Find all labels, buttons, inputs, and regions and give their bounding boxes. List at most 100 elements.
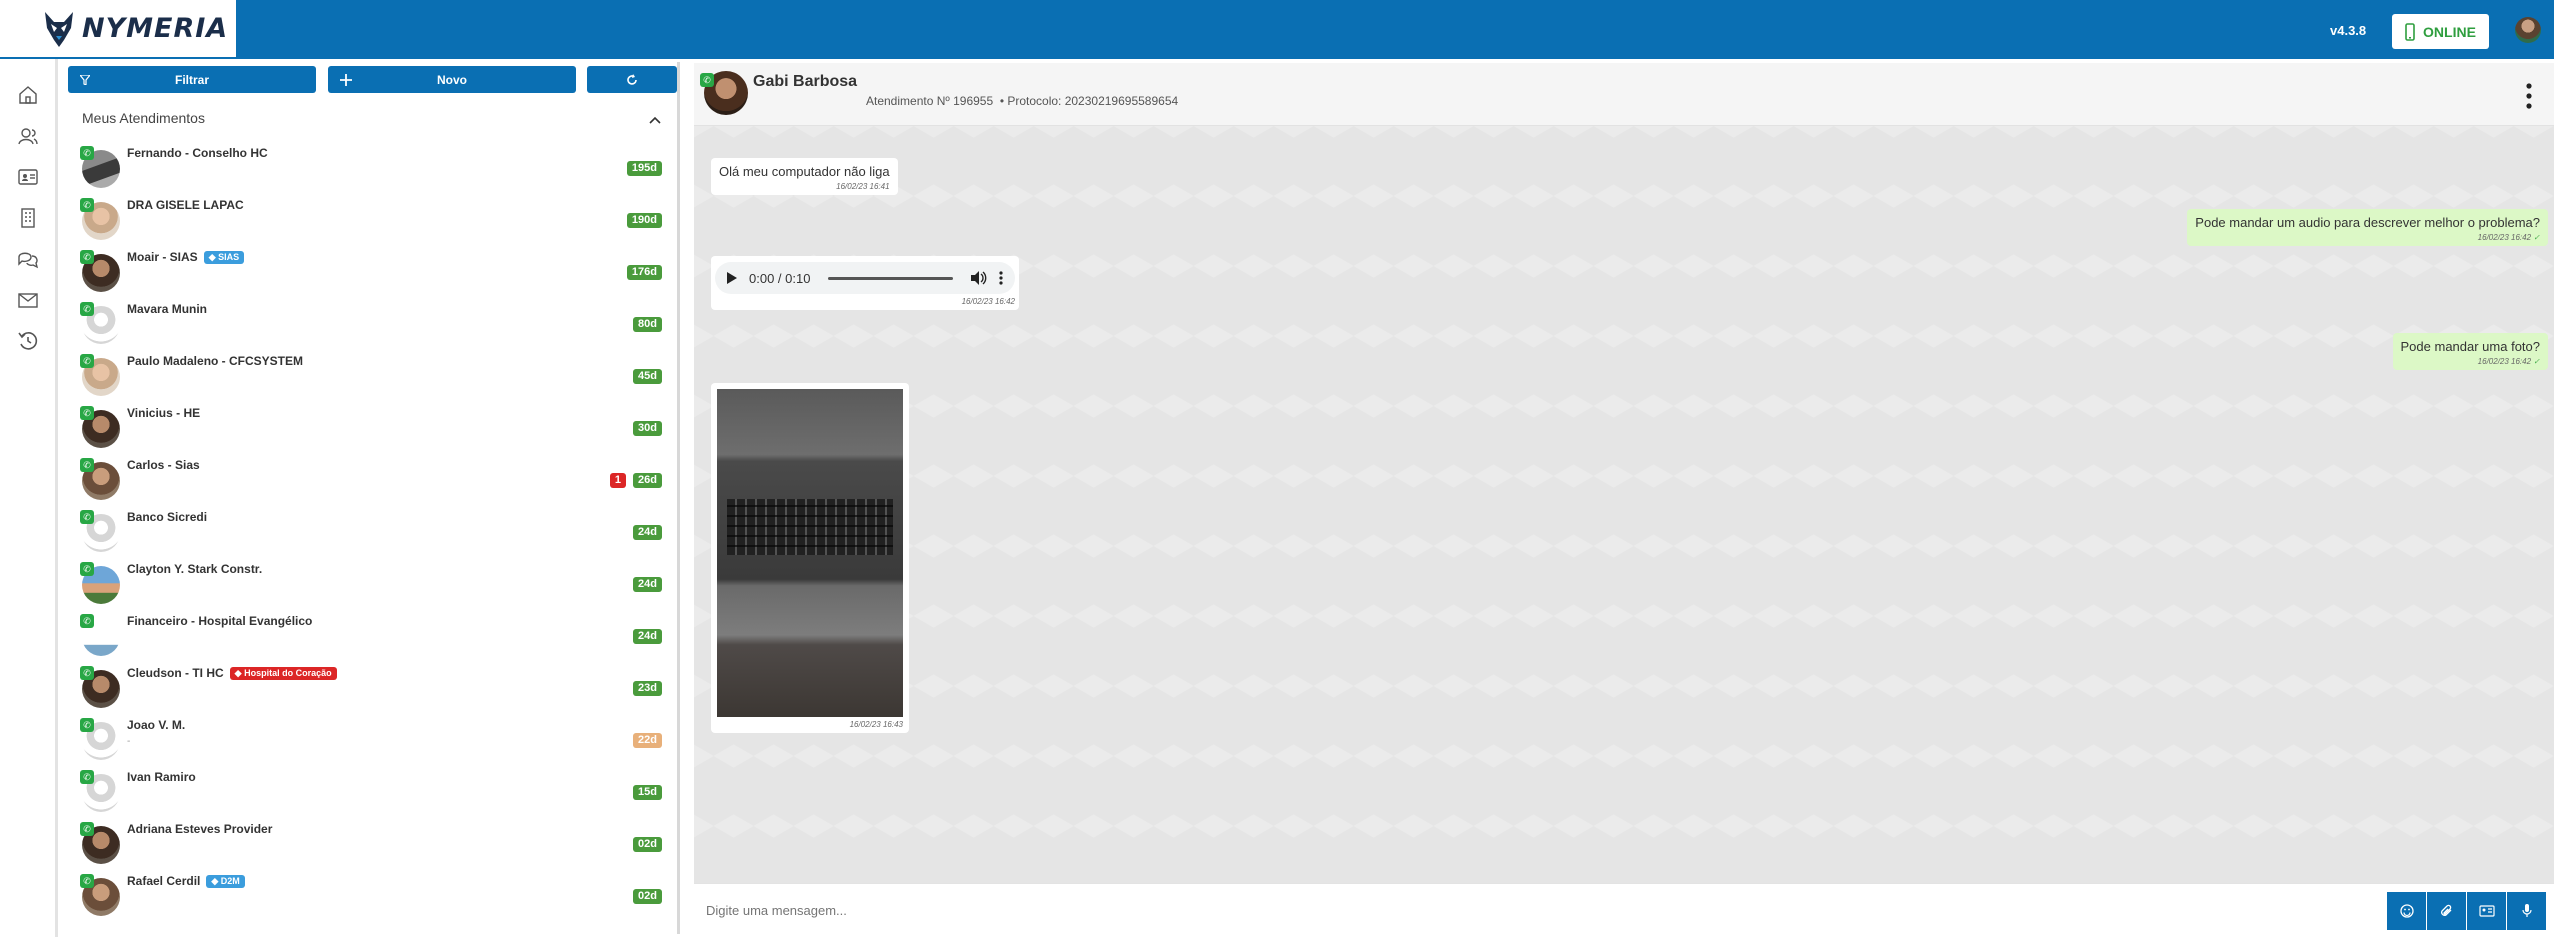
conversation-name: Cleudson - TI HC ◆ Hospital do Coração	[127, 666, 337, 680]
conversation-list: ✆ Fernando - Conselho HC 195d ✆ DRA GISELE L…	[80, 142, 676, 932]
conversation-item[interactable]: ✆ Adriana Esteves Provider 02d	[80, 818, 676, 870]
attendance-number: Atendimento Nº 196955	[866, 94, 994, 108]
logo-text: NYMERIA	[82, 13, 229, 44]
attach-button[interactable]	[2427, 892, 2466, 930]
home-icon[interactable]	[17, 84, 39, 106]
message-text: Pode mandar um audio para descrever melh…	[2195, 215, 2540, 230]
whatsapp-icon: ✆	[80, 510, 94, 524]
conversation-name: Moair - SIAS ◆ SIAS	[127, 250, 245, 264]
audio-time: 0:00 / 0:10	[749, 270, 811, 286]
message-text: Olá meu computador não liga	[719, 164, 890, 179]
audio-menu-icon[interactable]	[999, 271, 1003, 285]
section-header[interactable]: Meus Atendimentos	[82, 110, 672, 132]
conversation-item[interactable]: ✆ Ivan Ramiro 15d	[80, 766, 676, 818]
chat-meta: Atendimento Nº 196955 • Protocolo: 20230…	[866, 94, 1178, 108]
message-time: 16/02/23 16:41	[836, 182, 890, 191]
photo-attachment[interactable]	[717, 389, 903, 717]
whatsapp-icon: ✆	[80, 302, 94, 316]
conversation-item[interactable]: ✆ Joao V. M. - 22d	[80, 714, 676, 766]
conversation-name: DRA GISELE LAPAC	[127, 198, 244, 212]
id-card-icon[interactable]	[17, 166, 39, 188]
conversation-name: Financeiro - Hospital Evangélico	[127, 614, 313, 628]
age-badge: 190d	[626, 213, 662, 228]
age-badge: 15d	[633, 785, 662, 800]
contact-card-button[interactable]	[2467, 892, 2506, 930]
message-time: 16/02/23 16:42	[961, 297, 1015, 306]
building-icon[interactable]	[17, 207, 39, 229]
message-time: 16/02/23 16:42 ✓	[2477, 233, 2540, 242]
whatsapp-icon: ✆	[80, 770, 94, 784]
history-icon[interactable]	[17, 330, 39, 352]
chat-header: ✆ Gabi Barbosa Atendimento Nº 196955 • P…	[694, 63, 2554, 126]
conversation-item[interactable]: ✆ Mavara Munin 80d	[80, 298, 676, 350]
message-input[interactable]	[706, 898, 2066, 922]
age-badge: 02d	[633, 837, 662, 852]
more-options-icon[interactable]	[2526, 83, 2532, 109]
plus-icon	[340, 73, 352, 86]
conversation-item[interactable]: ✆ Fernando - Conselho HC 195d	[80, 142, 676, 194]
whatsapp-icon: ✆	[700, 73, 714, 87]
audio-player[interactable]: 0:00 / 0:10	[715, 262, 1015, 294]
check-icon: ✓	[2533, 357, 2540, 366]
contacts-icon[interactable]	[17, 125, 39, 147]
age-badge: 23d	[633, 681, 662, 696]
microphone-icon	[2521, 904, 2532, 917]
conversation-item[interactable]: ✆ DRA GISELE LAPAC 190d	[80, 194, 676, 246]
user-avatar[interactable]	[2515, 17, 2541, 43]
volume-icon[interactable]	[971, 271, 987, 285]
protocol-number: • Protocolo: 20230219695589654	[999, 94, 1179, 108]
whatsapp-icon: ✆	[80, 250, 94, 264]
conversation-item[interactable]: ✆ Rafael Cerdil ◆ D2M 02d	[80, 870, 676, 922]
record-audio-button[interactable]	[2507, 892, 2546, 930]
online-status-button[interactable]: ONLINE	[2392, 14, 2489, 49]
refresh-button[interactable]	[587, 66, 677, 93]
refresh-icon	[627, 73, 637, 85]
conversation-name: Joao V. M.	[127, 718, 186, 732]
conversation-preview: -	[127, 736, 131, 747]
whatsapp-icon: ✆	[80, 822, 94, 836]
new-button-label: Novo	[437, 72, 467, 87]
conversation-tag: ◆ SIAS	[203, 251, 245, 264]
mail-icon[interactable]	[17, 289, 39, 311]
online-status-label: ONLINE	[2423, 23, 2476, 40]
whatsapp-icon: ✆	[80, 354, 94, 368]
conversation-tag: ◆ D2M	[206, 875, 245, 888]
contact-card-icon	[2478, 905, 2495, 917]
message-bubble: Olá meu computador não liga 16/02/23 16:…	[711, 158, 898, 195]
emoji-button[interactable]	[2387, 892, 2426, 930]
conversation-item[interactable]: ✆ Banco Sicredi 24d	[80, 506, 676, 558]
conversation-item[interactable]: ✆ Clayton Y. Stark Constr. 24d	[80, 558, 676, 610]
age-badge: 24d	[633, 577, 662, 592]
message-time: 16/02/23 16:42 ✓	[2477, 357, 2540, 366]
conversation-name: Banco Sicredi	[127, 510, 208, 524]
check-icon: ✓	[2533, 233, 2540, 242]
play-icon[interactable]	[727, 272, 737, 284]
message-composer	[694, 883, 2554, 937]
audio-progress[interactable]	[828, 276, 953, 280]
filter-icon	[80, 74, 90, 85]
conversation-name: Clayton Y. Stark Constr.	[127, 562, 263, 576]
chat-bubbles-icon[interactable]	[17, 248, 39, 270]
conversation-item[interactable]: ✆ Carlos - Sias 1 26d	[80, 454, 676, 506]
conversation-panel: Filtrar Novo Meus Atendimentos ✆ Fernando…	[62, 62, 680, 934]
conversation-name: Rafael Cerdil ◆ D2M	[127, 874, 245, 888]
conversation-item[interactable]: ✆ Paulo Madaleno - CFCSYSTEM 45d	[80, 350, 676, 402]
new-button[interactable]: Novo	[328, 66, 576, 93]
age-badge: 26d	[633, 473, 662, 488]
logo[interactable]: NYMERIA	[0, 0, 236, 59]
conversation-name: Ivan Ramiro	[127, 770, 196, 784]
conversation-item[interactable]: ✆ Cleudson - TI HC ◆ Hospital do Coração 23…	[80, 662, 676, 714]
filter-button[interactable]: Filtrar	[68, 66, 316, 93]
age-badge: 22d	[633, 733, 662, 748]
age-badge: 24d	[633, 629, 662, 644]
conversation-item[interactable]: ✆ Moair - SIAS ◆ SIAS 176d	[80, 246, 676, 298]
unread-badge: 1	[609, 473, 626, 488]
phone-icon	[2405, 22, 2415, 41]
conversation-item[interactable]: ✆ Vinicius - HE 30d	[80, 402, 676, 454]
whatsapp-icon: ✆	[80, 458, 94, 472]
whatsapp-icon: ✆	[80, 406, 94, 420]
whatsapp-icon: ✆	[80, 198, 94, 212]
chevron-up-icon[interactable]	[648, 113, 662, 127]
message-bubble: Pode mandar um audio para descrever melh…	[2187, 209, 2548, 246]
conversation-item[interactable]: ✆ Financeiro - Hospital Evangélico 24d	[80, 610, 676, 662]
